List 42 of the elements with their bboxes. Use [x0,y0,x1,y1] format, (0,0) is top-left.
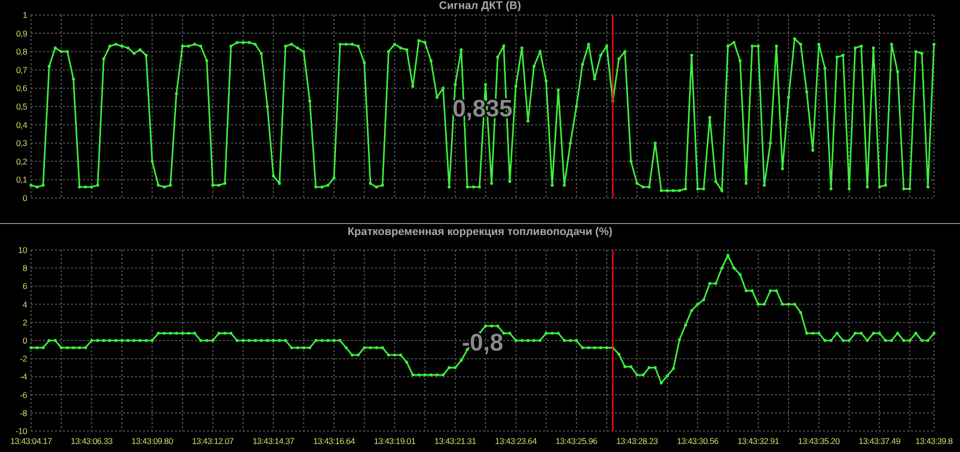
y-axis-label: 0,6 [16,83,27,94]
x-axis-label: 13:43:12.07 [192,436,234,446]
x-axis-label: 13:43:21.31 [434,436,476,446]
cursor-line[interactable] [612,15,614,198]
y-axis-label: 0 [22,193,27,203]
y-axis-label: -6 [20,390,27,400]
y-axis-label: 0 [22,336,27,346]
y-axis-label: 2 [22,317,27,328]
x-axis-label: 13:43:32.91 [737,436,780,446]
x-axis-label: 13:43:04.17 [10,436,52,446]
y-axis-label: 0,4 [16,120,27,130]
x-axis-label: 13:43:23.64 [495,436,537,446]
y-axis-label: 0,5 [16,102,27,112]
y-axis-label: 0,7 [16,64,27,75]
y-axis-label: -4 [20,372,27,382]
y-axis-label: -10 [16,426,27,436]
y-axis-label: 8 [22,263,27,274]
cursor-line[interactable] [612,250,614,431]
y-axis-label: 0,2 [16,156,27,166]
y-axis-label: 6 [22,281,27,292]
y-axis-label: 0,3 [16,138,27,148]
x-axis-label: 13:43:30.56 [676,436,718,446]
y-axis-label: 1 [22,12,27,20]
x-axis-label: 13:43:25.96 [556,436,598,446]
y-axis-label: 0,9 [16,28,27,38]
y-axis-label: 4 [22,299,27,310]
chart-title: Сигнал ДКТ (В) [438,0,522,12]
x-axis-label: 13:43:39.8 [915,436,953,446]
x-axis-label: 13:43:16.64 [313,436,355,446]
y-axis-label: 0,1 [16,174,27,185]
chart-title: Кратковременная коррекция топливоподачи (%) [346,226,614,238]
x-axis-label: 13:43:35.20 [798,436,840,446]
y-axis-label: 10 [18,245,27,255]
x-axis-label: 13:43:28.23 [616,436,658,446]
x-axis-label: 13:43:14.37 [252,436,294,446]
x-axis-label: 13:43:09.80 [131,436,174,446]
y-axis-label: 0,8 [16,46,27,57]
y-axis-label: -2 [20,354,27,364]
x-axis-label: 13:43:37.49 [858,436,900,446]
x-axis-label: 13:43:06.33 [70,436,112,446]
y-axis-label: -8 [20,408,27,418]
x-axis-label: 13:43:19.01 [374,436,416,446]
